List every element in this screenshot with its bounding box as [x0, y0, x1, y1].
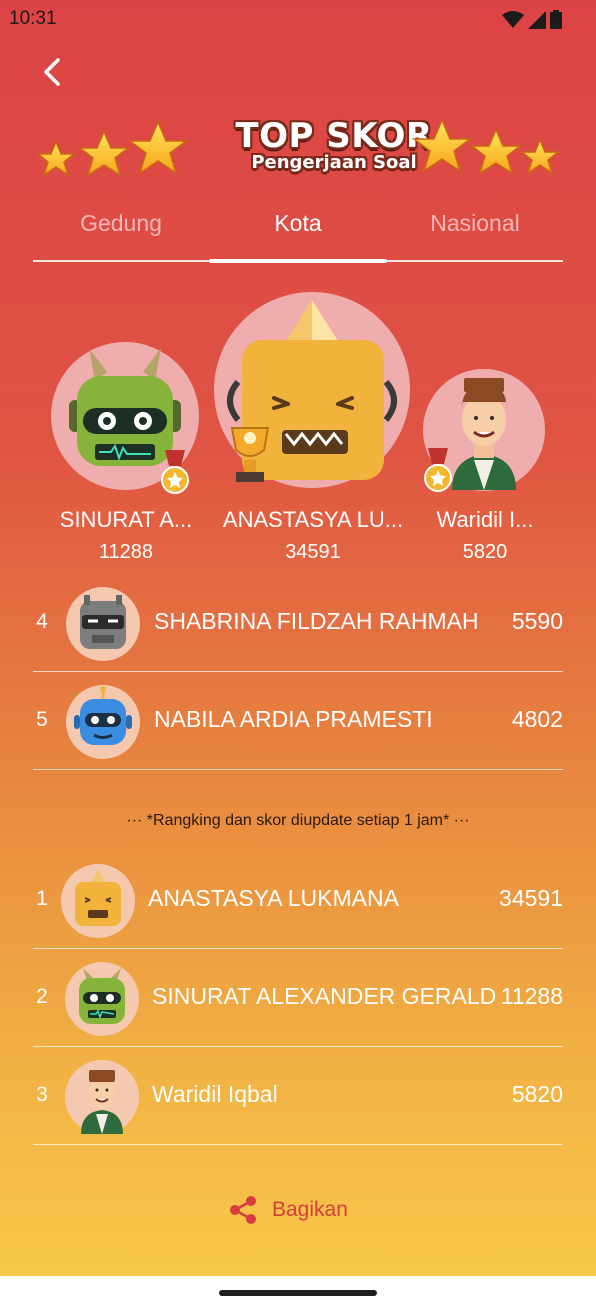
status-bar: 10:31 [0, 0, 596, 40]
back-button[interactable] [36, 52, 72, 92]
back-arrow-icon [44, 58, 60, 86]
status-icons [502, 10, 562, 29]
podium-second-name: SINURAT A... [59, 507, 193, 532]
signal-icon [528, 11, 546, 29]
player-score: 5590 [511, 608, 563, 634]
rank-number: 1 [36, 887, 48, 910]
podium-second-avatar[interactable] [49, 338, 209, 498]
top-list-row[interactable]: 2 SINURAT ALEXANDER GERALD 11288 [33, 949, 563, 1047]
stars-left-icon [35, 120, 189, 177]
leaderboard-screen: 10:31 TOP SKOR Pengerjaan Soal Gedung Ko… [0, 0, 596, 1276]
tab-indicator [209, 259, 387, 263]
ranking-row[interactable]: 5 NABILA ARDIA PRAMESTI 4802 [33, 672, 563, 770]
stars-right-icon [411, 118, 561, 175]
home-indicator[interactable] [219, 1290, 377, 1296]
share-button[interactable]: Bagikan [226, 1190, 348, 1230]
player-name: ANASTASYA LUKMANA [148, 885, 399, 911]
tab-gedung[interactable]: Gedung [33, 210, 209, 237]
player-name: NABILA ARDIA PRAMESTI [154, 706, 433, 732]
tab-kota[interactable]: Kota [209, 210, 387, 237]
podium-third-score: 5820 [462, 541, 508, 563]
share-label: Bagikan [272, 1198, 348, 1221]
podium-second-score: 11288 [98, 541, 154, 563]
player-name: Waridil Iqbal [152, 1081, 278, 1107]
rank-number: 3 [36, 1083, 48, 1106]
tab-nasional[interactable]: Nasional [387, 210, 563, 237]
gray-robot-avatar-icon [66, 587, 140, 661]
podium-first-name: ANASTASYA LU... [222, 507, 404, 532]
blue-robot-avatar-icon [66, 685, 140, 759]
player-name: SINURAT ALEXANDER GERALD [152, 983, 497, 1009]
rank-number: 5 [36, 708, 48, 731]
status-time: 10:31 [9, 8, 57, 29]
player-score: 5820 [511, 1081, 563, 1107]
rank-number: 2 [36, 985, 48, 1008]
player-name: SHABRINA FILDZAH RAHMAH [154, 608, 479, 634]
podium-third-avatar[interactable] [422, 368, 552, 498]
top-list-row[interactable]: 3 Waridil Iqbal 5820 [33, 1047, 563, 1145]
share-icon [230, 1196, 256, 1224]
wifi-icon [502, 11, 524, 28]
player-score: 34591 [499, 885, 563, 911]
scope-tabs: Gedung Kota Nasional [33, 200, 563, 263]
podium-first-avatar[interactable] [212, 290, 422, 490]
ranking-row[interactable]: 4 SHABRINA FILDZAH RAHMAH 5590 [33, 574, 563, 672]
podium-first-score: 34591 [285, 541, 341, 563]
battery-icon [550, 10, 562, 29]
green-robot-avatar-icon [65, 962, 139, 1036]
system-nav-bar [0, 1276, 596, 1310]
top-list-row[interactable]: 1 ANASTASYA LUKMANA 34591 [33, 851, 563, 949]
yellow-robot-avatar-icon [61, 864, 135, 938]
player-score: 4802 [511, 706, 563, 732]
player-score: 11288 [500, 983, 563, 1009]
top-score-banner: TOP SKOR Pengerjaan Soal [34, 110, 562, 195]
podium-third-name: Waridil I... [436, 507, 534, 532]
man-avatar-icon [65, 1060, 139, 1134]
update-note: ··· *Rangking dan skor diupdate setiap 1… [126, 812, 470, 829]
rank-number: 4 [36, 610, 48, 633]
